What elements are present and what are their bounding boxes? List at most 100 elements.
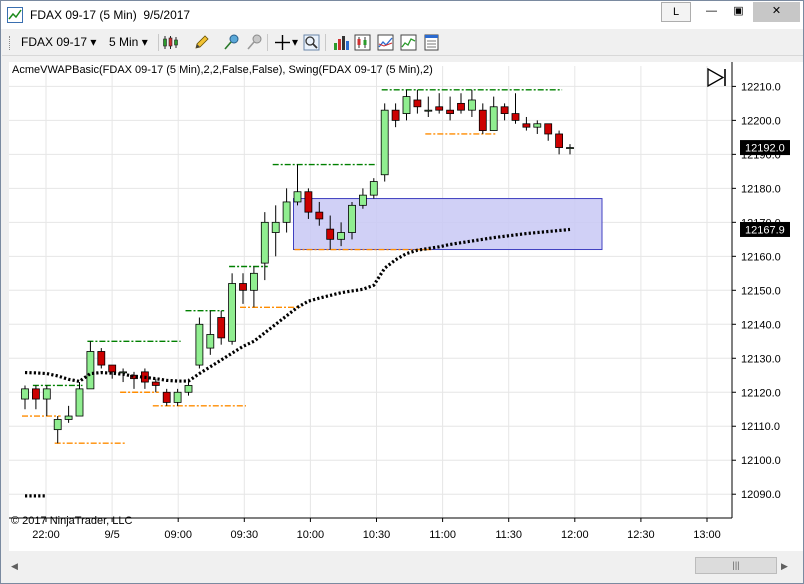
y-tick-label: 12140.0 [741, 319, 781, 331]
candle-up [467, 99, 476, 111]
toolbar-separator [267, 34, 268, 51]
candle-down [239, 283, 247, 291]
candle-up [489, 106, 498, 131]
candle-up [206, 334, 215, 349]
chart-toolbar: FDAX 09-17 ▾ 5 Min ▾ ▾ [2, 30, 803, 56]
candle-up [348, 204, 356, 233]
candlestick-series [21, 89, 574, 444]
copyright-label: © 2017 NinjaTrader, LLC [11, 515, 132, 527]
scroll-right-icon[interactable]: ▶ [781, 561, 791, 571]
candle-up [21, 388, 29, 400]
price-zone-rectangle[interactable] [293, 198, 603, 251]
y-tick-label: 12200.0 [741, 115, 781, 127]
price-chart[interactable]: 12090.0 12100.0 12110.0 12120.0 12130.0 12140… [9, 62, 803, 551]
instrument-selector[interactable]: FDAX 09-17 ▾ [21, 35, 96, 49]
candle-up [402, 96, 411, 114]
y-tick-label: 12100.0 [741, 455, 781, 467]
candle-up [184, 385, 193, 393]
candle-up [42, 388, 51, 400]
candle-down [315, 211, 324, 220]
candle-up [282, 201, 291, 223]
chevron-down-icon: ▾ [90, 35, 97, 49]
chart-trader-icon[interactable] [400, 34, 417, 51]
crosshair-dropdown[interactable]: ▾ [292, 35, 298, 49]
maximize-button[interactable]: ▣ [725, 2, 752, 22]
x-tick-label: 12:30 [627, 529, 655, 541]
candle-up [228, 283, 237, 342]
toolbar-separator [325, 34, 326, 51]
y-tick-label: 12120.0 [741, 387, 781, 399]
scrollbar-thumb[interactable]: ||| [695, 557, 777, 574]
candle-up [566, 147, 574, 149]
window-title-date: 9/5/2017 [143, 8, 191, 22]
title-bar[interactable]: FDAX 09-17 (5 Min) 9/5/2017 L — ▣ ✕ [1, 1, 803, 29]
y-tick-label: 12130.0 [741, 353, 781, 365]
swing-levels [22, 89, 563, 444]
candle-down [97, 351, 106, 366]
candle-down [511, 113, 520, 121]
candlestick-style-icon[interactable] [162, 34, 179, 51]
x-tick-label: 22:00 [32, 529, 60, 541]
scroll-left-icon[interactable]: ◀ [11, 561, 21, 571]
interval-selector[interactable]: 5 Min ▾ [109, 35, 148, 49]
candle-down [544, 123, 553, 135]
candle-up [380, 109, 389, 176]
candle-up [53, 419, 62, 431]
x-tick-label: 9/5 [104, 529, 119, 541]
chevron-down-icon: ▾ [141, 35, 148, 49]
candle-down [304, 191, 313, 213]
y-tick-label: 12210.0 [741, 81, 781, 93]
zoom-icon[interactable] [303, 34, 320, 51]
properties-icon[interactable] [423, 34, 440, 51]
candle-down [522, 123, 531, 128]
chart-window: FDAX 09-17 (5 Min) 9/5/2017 L — ▣ ✕ FDAX… [0, 0, 804, 584]
candle-up [173, 391, 182, 403]
candle-down [457, 102, 465, 111]
candle-down [478, 109, 487, 131]
y-tick-label: 12180.0 [741, 183, 781, 195]
candle-up [195, 323, 204, 366]
y-tick-label: 12090.0 [741, 489, 781, 501]
candle-up [249, 272, 258, 291]
x-tick-label: 09:00 [164, 529, 192, 541]
pin-icon[interactable] [223, 34, 240, 51]
last-price-label: 12192.0 [745, 143, 785, 155]
toolbar-separator [158, 34, 159, 51]
candle-down [162, 391, 171, 403]
candle-down [413, 99, 422, 108]
chart-grid [9, 66, 732, 518]
candle-up [424, 109, 433, 112]
minimize-button[interactable]: — [698, 2, 725, 22]
candle-down [108, 364, 117, 373]
candle-down [500, 106, 509, 114]
toolbar-grip[interactable] [9, 36, 13, 50]
crosshair-icon[interactable] [274, 34, 291, 51]
indicator-label: AcmeVWAPBasic(FDAX 09-17 (5 Min),2,2,Fal… [12, 64, 433, 76]
x-tick-label: 11:00 [429, 529, 456, 541]
hide-draw-icon[interactable] [246, 34, 263, 51]
strategies-icon[interactable] [377, 34, 394, 51]
candle-down [151, 381, 160, 386]
x-tick-label: 12:00 [561, 529, 589, 541]
candle-down [435, 106, 444, 111]
candle-down [446, 109, 455, 114]
candle-up [86, 351, 95, 390]
link-button[interactable]: L [661, 2, 691, 22]
candle-up [337, 232, 346, 240]
candle-up [293, 191, 302, 203]
indicators-icon[interactable] [354, 34, 371, 51]
window-title: FDAX 09-17 (5 Min) 9/5/2017 [30, 8, 190, 22]
window-title-instrument: FDAX 09-17 (5 Min) [30, 8, 137, 22]
x-tick-label: 09:30 [231, 529, 259, 541]
pencil-draw-icon[interactable] [193, 34, 210, 51]
candle-down [326, 228, 335, 240]
candle-down [217, 317, 226, 339]
x-tick-label: 11:30 [495, 529, 522, 541]
bar-data-icon[interactable] [333, 34, 350, 51]
close-button[interactable]: ✕ [753, 2, 800, 22]
candle-up [64, 415, 73, 420]
candle-down [555, 133, 563, 148]
scroll-to-end-icon[interactable] [707, 67, 726, 88]
y-tick-label: 12160.0 [741, 251, 781, 263]
horizontal-scrollbar[interactable] [9, 557, 795, 574]
